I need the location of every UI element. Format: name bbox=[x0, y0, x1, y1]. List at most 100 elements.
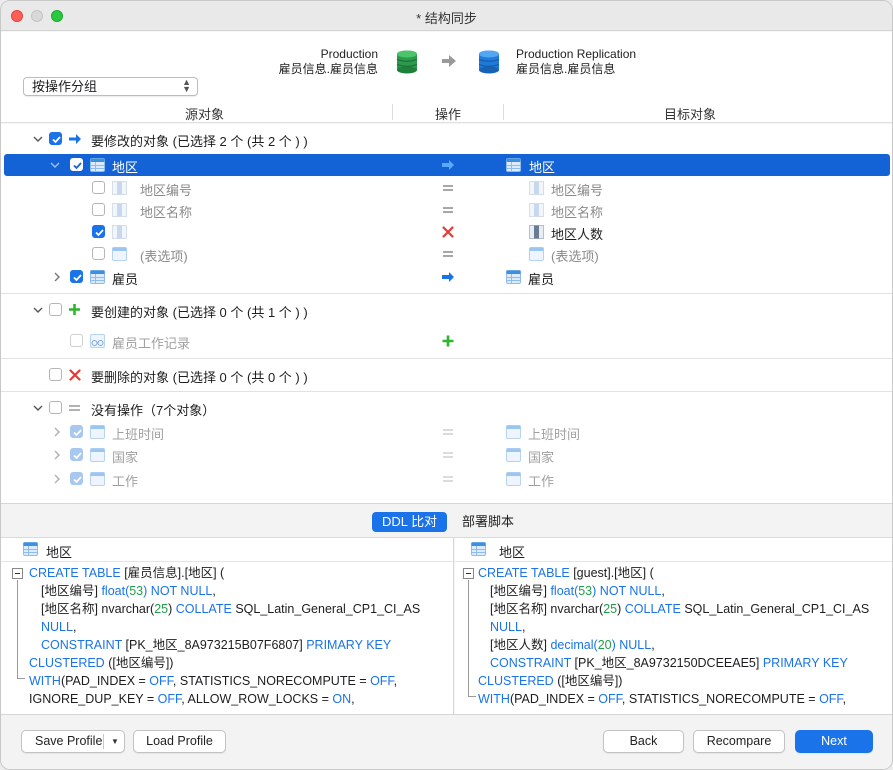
field-checkbox[interactable] bbox=[92, 181, 105, 194]
noop-item-checkbox[interactable] bbox=[70, 448, 83, 461]
region-table-checkbox[interactable] bbox=[70, 158, 83, 171]
connection-header: Production 雇员信息.雇员信息 Production Replicat… bbox=[1, 32, 892, 101]
collapse-icon[interactable] bbox=[12, 568, 23, 579]
chevron-right-icon[interactable] bbox=[52, 474, 62, 484]
field-checkbox[interactable] bbox=[92, 203, 105, 216]
column-field-icon bbox=[529, 181, 544, 195]
noop-group-label: 没有操作（7个对象） bbox=[91, 403, 216, 418]
back-button[interactable]: Back bbox=[603, 730, 684, 753]
delete-group-checkbox[interactable] bbox=[49, 368, 62, 381]
field-checkbox[interactable] bbox=[92, 225, 105, 238]
tree-group-noop[interactable]: 没有操作（7个对象） bbox=[1, 397, 892, 419]
tree-group-modify[interactable]: 要修改的对象 (已选择 2 个 (共 2 个 ) ) bbox=[1, 128, 892, 150]
column-header-source[interactable]: 源对象 bbox=[185, 104, 224, 123]
column-field-icon bbox=[112, 225, 127, 239]
noop-item-checkbox[interactable] bbox=[70, 472, 83, 485]
noop-item-target-label: 工作 bbox=[528, 474, 555, 489]
create-group-checkbox[interactable] bbox=[49, 303, 62, 316]
ddl-source-pane[interactable]: 地区 CREATE TABLE [雇员信息].[地区] ( [地区编号] flo… bbox=[1, 538, 454, 714]
field-target-label: (表选项) bbox=[551, 249, 599, 264]
field-target-label: 地区名称 bbox=[551, 205, 604, 220]
tree-row-employee-table[interactable]: 雇员 雇员 bbox=[1, 266, 892, 288]
chevron-right-icon[interactable] bbox=[52, 272, 62, 282]
code-line: WITH(PAD_INDEX = OFF, STATISTICS_NORECOM… bbox=[29, 674, 398, 688]
dropdown-arrow-icon[interactable]: ▼ bbox=[111, 731, 119, 752]
noop-group-checkbox[interactable] bbox=[49, 401, 62, 414]
collapse-icon[interactable] bbox=[463, 568, 474, 579]
field-target-label: 地区编号 bbox=[551, 183, 604, 198]
tab-deploy-script[interactable]: 部署脚本 bbox=[452, 512, 524, 532]
create-item-source-label: 雇员工作记录 bbox=[112, 336, 191, 351]
noop-item-checkbox[interactable] bbox=[70, 425, 83, 438]
table-icon bbox=[506, 270, 521, 284]
chevron-down-icon[interactable] bbox=[33, 305, 43, 315]
group-by-select[interactable]: 按操作分组 ▲ ▼ bbox=[23, 77, 198, 96]
target-server-name: Production Replication bbox=[516, 47, 637, 61]
table-icon bbox=[90, 448, 105, 462]
next-button[interactable]: Next bbox=[795, 730, 873, 753]
field-checkbox[interactable] bbox=[92, 247, 105, 260]
tree-row-field[interactable]: 地区人数 bbox=[1, 221, 892, 243]
code-line: CREATE TABLE [guest].[地区] ( bbox=[478, 566, 654, 580]
noop-item-source-label: 上班时间 bbox=[112, 427, 165, 442]
table-icon bbox=[90, 270, 105, 284]
column-field-icon bbox=[112, 203, 127, 217]
tree-row-field[interactable]: (表选项) (表选项) bbox=[1, 243, 892, 265]
region-table-source-label: 地区 bbox=[112, 160, 139, 175]
ddl-target-title: 地区 bbox=[499, 545, 526, 560]
table-icon bbox=[23, 542, 38, 556]
table-options-icon bbox=[112, 247, 127, 261]
modify-group-checkbox[interactable] bbox=[49, 132, 62, 145]
ddl-source-header: 地区 bbox=[1, 538, 453, 562]
chevron-right-icon[interactable] bbox=[52, 450, 62, 460]
tree-row-field[interactable]: 地区名称 地区名称 bbox=[1, 199, 892, 221]
tree-row-noop-item[interactable]: 国家 国家 bbox=[1, 444, 892, 466]
equal-icon bbox=[443, 251, 453, 257]
tree-row-noop-item[interactable]: 上班时间 上班时间 bbox=[1, 421, 892, 443]
column-divider bbox=[392, 104, 393, 120]
table-icon bbox=[506, 472, 521, 486]
modify-arrow-icon bbox=[442, 272, 454, 282]
tab-ddl-compare[interactable]: DDL 比对 bbox=[372, 512, 448, 532]
delete-x-icon bbox=[442, 226, 454, 238]
region-table-target-label: 地区 bbox=[529, 160, 556, 175]
save-profile-button[interactable]: Save Profile ▼ bbox=[21, 730, 125, 753]
chevron-down-icon[interactable] bbox=[33, 403, 43, 413]
footer-bar: Save Profile ▼ Load Profile Back Recompa… bbox=[1, 714, 892, 769]
chevron-down-icon[interactable] bbox=[50, 160, 60, 170]
tree-row-region-table[interactable]: 地区 地区 bbox=[4, 154, 890, 176]
ddl-tab-bar: DDL 比对 部署脚本 bbox=[1, 503, 892, 538]
add-plus-icon bbox=[69, 304, 80, 315]
equal-icon bbox=[69, 405, 80, 411]
employee-table-target-label: 雇员 bbox=[528, 272, 555, 287]
code-line: WITH(PAD_INDEX = OFF, STATISTICS_NORECOM… bbox=[478, 692, 847, 706]
delete-x-icon bbox=[69, 369, 81, 381]
tree-group-create[interactable]: 要创建的对象 (已选择 0 个 (共 1 个 ) ) bbox=[1, 299, 892, 321]
tree-group-delete[interactable]: 要删除的对象 (已选择 0 个 (共 0 个 ) ) bbox=[1, 364, 892, 386]
recompare-button[interactable]: Recompare bbox=[693, 730, 785, 753]
chevron-right-icon[interactable] bbox=[52, 427, 62, 437]
code-line: NULL, bbox=[490, 620, 526, 634]
noop-item-target-label: 上班时间 bbox=[528, 427, 581, 442]
create-item-checkbox[interactable] bbox=[70, 334, 83, 347]
tree-row-create-item[interactable]: 雇员工作记录 bbox=[1, 330, 892, 352]
section-divider bbox=[1, 391, 892, 392]
employee-table-checkbox[interactable] bbox=[70, 270, 83, 283]
table-icon bbox=[90, 425, 105, 439]
window-title: * 结构同步 bbox=[416, 11, 477, 26]
updown-chevron-icon: ▲ ▼ bbox=[182, 77, 191, 94]
tree-row-noop-item[interactable]: 工作 工作 bbox=[1, 468, 892, 490]
load-profile-button[interactable]: Load Profile bbox=[133, 730, 226, 753]
column-field-icon bbox=[112, 181, 127, 195]
code-line: [地区名称] nvarchar(25) COLLATE SQL_Latin_Ge… bbox=[490, 602, 870, 616]
column-header-operation[interactable]: 操作 bbox=[435, 104, 461, 123]
field-target-label: 地区人数 bbox=[551, 227, 604, 242]
chevron-down-icon[interactable] bbox=[33, 134, 43, 144]
ddl-target-pane[interactable]: 地区 CREATE TABLE [guest].[地区] ( [地区编号] fl… bbox=[455, 538, 892, 714]
fold-guide-line bbox=[17, 678, 25, 679]
section-divider bbox=[1, 358, 892, 359]
column-header-target[interactable]: 目标对象 bbox=[664, 104, 716, 123]
code-line: CONSTRAINT [PK_地区_8A973215B07F6807] PRIM… bbox=[41, 638, 392, 652]
tree-row-field[interactable]: 地区编号 地区编号 bbox=[1, 177, 892, 199]
equal-icon bbox=[443, 207, 453, 213]
